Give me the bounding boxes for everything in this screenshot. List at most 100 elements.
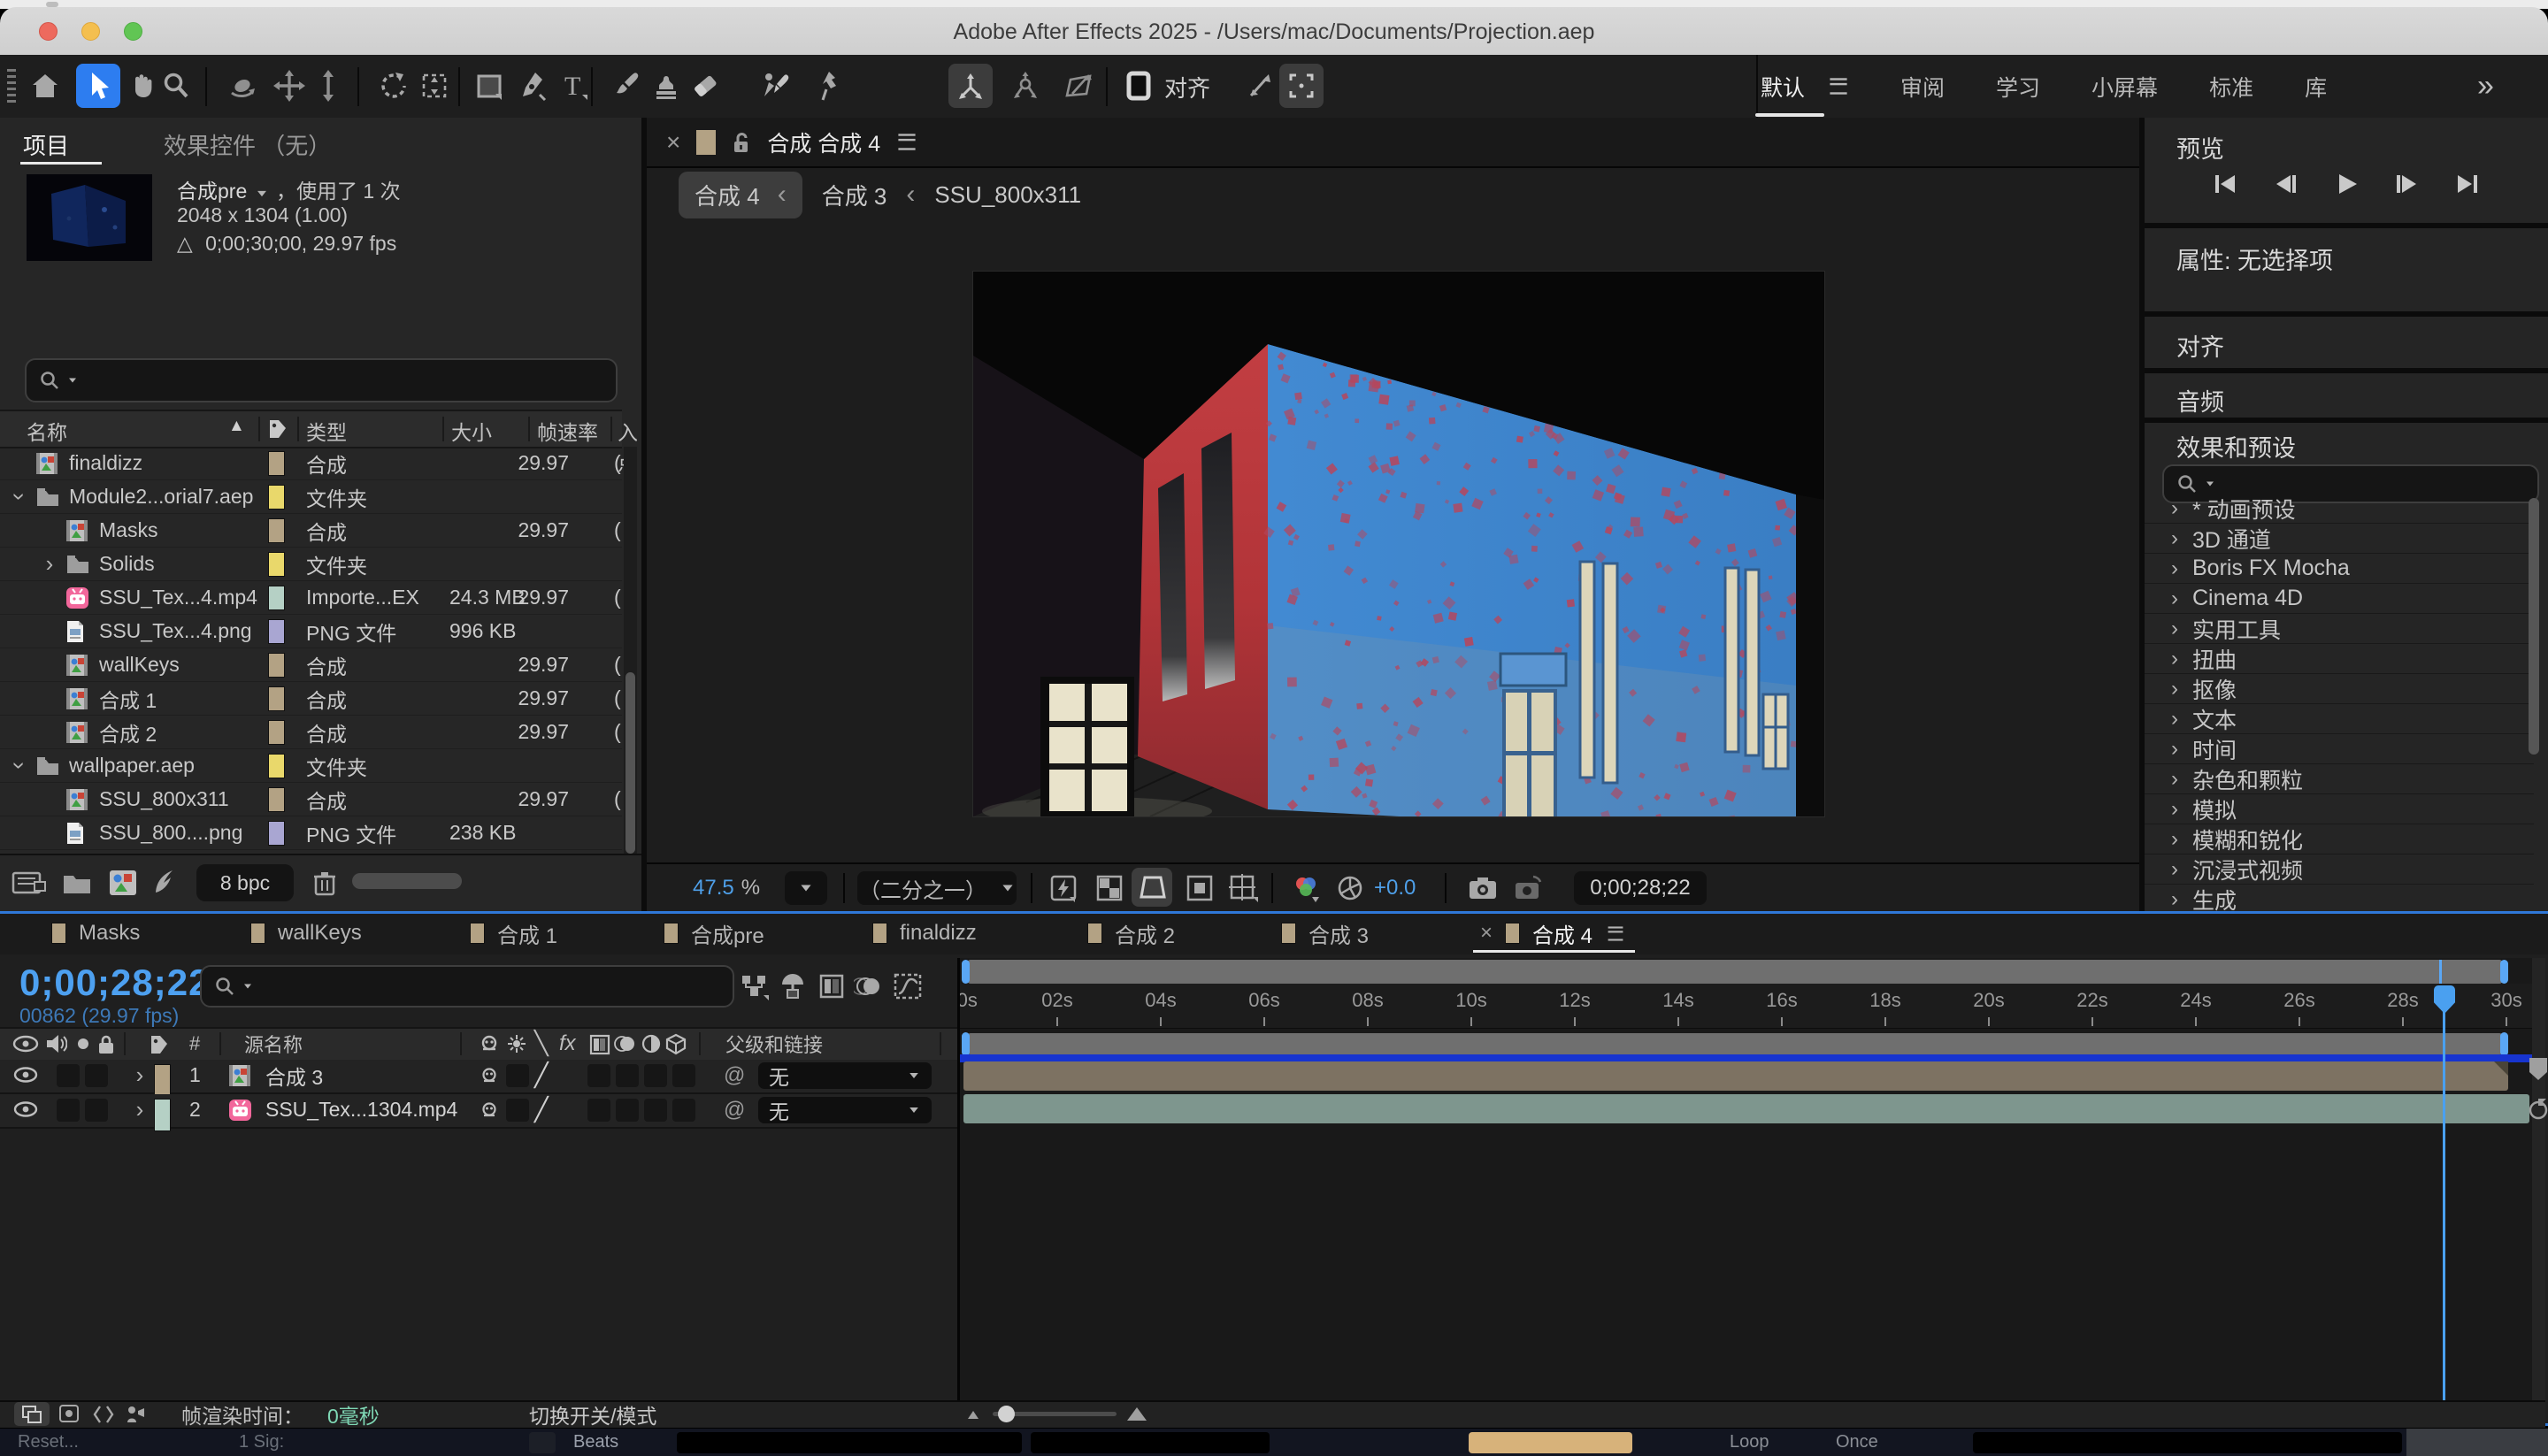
- clone-stamp-tool[interactable]: [644, 64, 688, 108]
- label-swatch[interactable]: [268, 686, 285, 711]
- properties-panel-title[interactable]: 属性: 无选择项: [2176, 241, 2333, 276]
- label-swatch[interactable]: [268, 485, 285, 510]
- column-size[interactable]: 大小: [451, 416, 492, 446]
- roto-brush-tool[interactable]: [754, 64, 798, 108]
- label-swatch[interactable]: [268, 653, 285, 678]
- item-name[interactable]: SSU_Tex...4.mp4: [99, 581, 257, 614]
- item-name[interactable]: SSU_800....png: [99, 816, 242, 849]
- parent-dropdown[interactable]: 无: [758, 1097, 932, 1123]
- tab-menu-icon[interactable]: [1608, 926, 1623, 940]
- workspace-tab-5[interactable]: 标准: [2209, 67, 2253, 106]
- effect-category[interactable]: ›文本: [2145, 704, 2534, 734]
- timeline-tab-合成 2[interactable]: 合成 2: [1087, 914, 1175, 953]
- time-navigator[interactable]: [967, 960, 2503, 984]
- viewer-tab[interactable]: × 合成 合成 4: [647, 118, 2139, 168]
- timeline-tab-wallKeys[interactable]: wallKeys: [250, 914, 362, 953]
- quality-toggle-icon[interactable]: ╱: [534, 1094, 549, 1125]
- viewer-tab-title[interactable]: 合成 合成 4: [767, 126, 880, 158]
- effects-scrollbar-thumb[interactable]: [2529, 498, 2539, 755]
- 3d-toggle[interactable]: [672, 1064, 695, 1087]
- frame-blend-toggle[interactable]: [616, 1099, 639, 1122]
- snap-arrow-icon[interactable]: [1237, 64, 1281, 108]
- layer-label-swatch[interactable]: [154, 1099, 171, 1131]
- channel-icon[interactable]: [1286, 869, 1326, 908]
- label-swatch[interactable]: [268, 787, 285, 812]
- label-swatch[interactable]: [268, 720, 285, 745]
- workspace-tab-2[interactable]: 审阅: [1900, 67, 1945, 106]
- show-snapshot-icon[interactable]: [1507, 869, 1547, 908]
- lock-column-icon[interactable]: [96, 1033, 117, 1062]
- last-frame-button[interactable]: [2446, 169, 2487, 199]
- item-name[interactable]: SSU_800x311: [99, 783, 229, 816]
- project-horizontal-scrollbar[interactable]: [352, 873, 462, 889]
- audio-column-icon[interactable]: [44, 1032, 67, 1061]
- close-icon[interactable]: ×: [1480, 921, 1493, 946]
- align-panel-title[interactable]: 对齐: [2176, 328, 2224, 363]
- effect-toggle[interactable]: [587, 1099, 610, 1122]
- layer-source-name[interactable]: SSU_Tex...1304.mp4: [265, 1094, 457, 1125]
- item-name[interactable]: finaldizz: [69, 447, 142, 479]
- exposure-icon[interactable]: [1330, 869, 1370, 908]
- workspace-tab-6[interactable]: 库: [2305, 67, 2327, 106]
- effects-presets-panel-title[interactable]: 效果和预设: [2176, 429, 2296, 464]
- new-folder-icon[interactable]: [57, 862, 97, 903]
- crumb-current[interactable]: 合成 4 ‹: [679, 172, 802, 218]
- parent-pickwhip-icon[interactable]: @: [724, 1094, 745, 1125]
- project-vertical-scrollbar[interactable]: [624, 447, 637, 854]
- workspace-menu-icon[interactable]: [1830, 78, 1846, 94]
- label-swatch[interactable]: [268, 518, 285, 543]
- project-row[interactable]: SSU_800x311合成29.97(: [0, 783, 622, 816]
- tab-effect-controls[interactable]: 效果控件 （无）: [164, 128, 331, 161]
- item-name[interactable]: wallpaper.aep: [69, 749, 195, 782]
- toggle-modes-pane-icon[interactable]: [58, 1402, 81, 1426]
- crumb-mid[interactable]: 合成 3: [822, 179, 887, 211]
- item-name[interactable]: 合成 1: [99, 682, 157, 715]
- column-name[interactable]: 名称: [27, 416, 67, 446]
- panel-drag-handle[interactable]: [7, 69, 16, 104]
- pan-behind-tool[interactable]: [412, 64, 457, 108]
- effect-category[interactable]: ›时间: [2145, 734, 2534, 764]
- close-icon[interactable]: ×: [666, 128, 680, 157]
- brush-tool[interactable]: [603, 64, 648, 108]
- item-name[interactable]: 合成 2: [99, 716, 157, 748]
- motion-blur-toggle[interactable]: [644, 1064, 667, 1087]
- project-search-input[interactable]: [25, 358, 618, 402]
- parent-link-column[interactable]: 父级和链接: [725, 1029, 823, 1058]
- column-type[interactable]: 类型: [306, 416, 347, 446]
- pen-tool[interactable]: [511, 64, 556, 108]
- region-of-interest-icon[interactable]: [1179, 869, 1220, 908]
- workspace-overflow-icon[interactable]: »: [2477, 69, 2494, 103]
- timeline-search-input[interactable]: [200, 965, 734, 1008]
- layer-visibility-icon[interactable]: [12, 1060, 39, 1091]
- work-area-start-handle[interactable]: [962, 1032, 970, 1056]
- delete-item-icon[interactable]: [304, 862, 345, 903]
- selection-tool[interactable]: [76, 64, 120, 108]
- rotation-tool[interactable]: [370, 64, 414, 108]
- effect-category[interactable]: ›生成: [2145, 885, 2534, 915]
- motion-blur-toggle[interactable]: [644, 1099, 667, 1122]
- new-composition-icon[interactable]: [103, 862, 143, 903]
- expand-chevron-icon[interactable]: ›: [4, 488, 36, 506]
- work-area-end-handle[interactable]: [2500, 1032, 2508, 1056]
- scrollbar-thumb[interactable]: [625, 672, 635, 854]
- toggle-switches-modes-button[interactable]: 切换开关/模式: [529, 1402, 656, 1426]
- effect-category[interactable]: ›* 动画预设: [2145, 494, 2534, 524]
- toggle-render-pane-icon[interactable]: [124, 1402, 147, 1426]
- layer-visibility-icon[interactable]: [12, 1094, 39, 1125]
- fast-previews-icon[interactable]: [1043, 869, 1084, 908]
- project-row[interactable]: SSU_800....pngPNG 文件238 KB: [0, 816, 622, 850]
- comp-marker-bin-icon[interactable]: [2527, 1055, 2548, 1082]
- previous-frame-button[interactable]: [2266, 169, 2306, 199]
- audio-toggle[interactable]: [57, 1099, 80, 1122]
- crumb-root[interactable]: SSU_800x311: [934, 181, 1081, 209]
- mask-visibility-icon[interactable]: [1132, 868, 1172, 907]
- snap-bounds-icon[interactable]: [1279, 64, 1324, 108]
- tab-project[interactable]: 项目: [23, 128, 69, 161]
- timeline-tab-Masks[interactable]: Masks: [51, 914, 140, 953]
- timeline-tab-合成 3[interactable]: 合成 3: [1281, 914, 1369, 953]
- comp-button-icon[interactable]: [2525, 1095, 2548, 1122]
- label-swatch[interactable]: [268, 821, 285, 846]
- layer-duration-bar[interactable]: [963, 1061, 2508, 1091]
- column-fps[interactable]: 帧速率: [537, 416, 598, 446]
- effect-category[interactable]: ›沉浸式视频: [2145, 854, 2534, 885]
